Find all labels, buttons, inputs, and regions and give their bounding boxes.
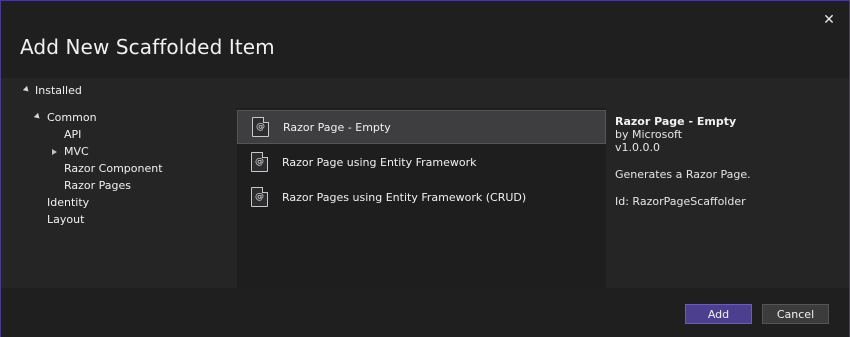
details-description: Generates a Razor Page. [615, 168, 751, 181]
expanded-triangle-icon [33, 112, 42, 121]
close-button[interactable]: ✕ [819, 10, 839, 30]
add-button[interactable]: Add [685, 304, 752, 324]
tree-item-label: Identity [47, 196, 90, 209]
dialog-title: Add New Scaffolded Item [20, 35, 275, 59]
tree-root-label: Installed [35, 84, 82, 97]
tree-item-razor-pages[interactable]: Razor Pages [64, 177, 131, 194]
tree-item-mvc[interactable]: MVC [52, 143, 89, 160]
template-label: Razor Pages using Entity Framework (CRUD… [282, 190, 527, 204]
expanded-triangle-icon [22, 85, 31, 94]
razor-file-icon: @ [251, 187, 268, 207]
tree-item-label: API [64, 128, 82, 141]
details-id: Id: RazorPageScaffolder [615, 195, 746, 208]
cancel-button[interactable]: Cancel [762, 304, 829, 324]
tree-item-label: Razor Component [64, 162, 163, 175]
close-icon: ✕ [823, 12, 835, 28]
template-details: Razor Page - Empty by Microsoft v1.0.0.0… [615, 115, 845, 208]
tree-item-label: Razor Pages [64, 179, 132, 192]
details-version: v1.0.0.0 [615, 141, 660, 154]
tree-root-installed[interactable]: Installed [22, 84, 82, 97]
tree-item-api[interactable]: API [64, 126, 81, 143]
template-item-razor-pages-ef-crud[interactable]: @ Razor Pages using Entity Framework (CR… [237, 180, 606, 214]
tree-item-identity[interactable]: Identity [47, 194, 89, 211]
tree-item-razor-component[interactable]: Razor Component [64, 160, 163, 177]
template-item-razor-page-empty[interactable]: @ Razor Page - Empty [237, 110, 606, 144]
razor-file-icon: @ [252, 117, 269, 137]
tree-item-layout[interactable]: Layout [47, 211, 84, 228]
tree-item-label: Layout [47, 213, 85, 226]
details-name: Razor Page - Empty [615, 115, 737, 128]
details-author: by Microsoft [615, 128, 683, 141]
template-list: @ Razor Page - Empty @ Razor Page using … [237, 108, 606, 288]
template-label: Razor Page - Empty [283, 120, 391, 134]
tree-item-label: MVC [64, 145, 89, 158]
dialog-footer: Add Cancel [1, 288, 849, 337]
template-label: Razor Page using Entity Framework [282, 155, 477, 169]
template-item-razor-page-ef[interactable]: @ Razor Page using Entity Framework [237, 145, 606, 179]
tree-item-label: Common [47, 111, 97, 124]
add-scaffolded-item-dialog: ✕ Add New Scaffolded Item Installed Comm… [0, 0, 850, 337]
razor-file-icon: @ [251, 152, 268, 172]
tree-item-common[interactable]: Common [33, 109, 97, 126]
collapsed-triangle-icon[interactable] [52, 148, 57, 155]
dialog-body: Installed Common API MVC Razor Component… [1, 78, 849, 288]
